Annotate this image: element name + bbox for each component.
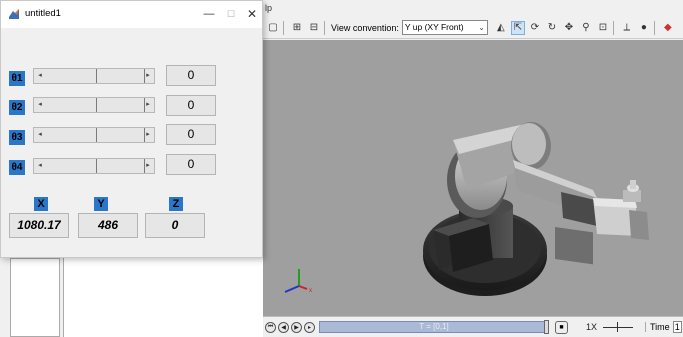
time-track[interactable]: T = [0,1] bbox=[319, 320, 549, 334]
slider-thumb[interactable] bbox=[96, 98, 145, 112]
slider-left-arrow-icon[interactable]: ◂ bbox=[35, 159, 45, 173]
zoom-icon[interactable]: ⚲ bbox=[579, 21, 593, 35]
tree-panel bbox=[10, 258, 60, 337]
slider-left-arrow-icon[interactable]: ◂ bbox=[35, 98, 45, 112]
theta3-slider[interactable]: ◂ ▸ bbox=[33, 127, 155, 143]
theta1-slider[interactable]: ◂ ▸ bbox=[33, 68, 155, 84]
globe-icon[interactable]: ● bbox=[637, 21, 651, 35]
view-convention-select[interactable]: Y up (XY Front) ⌄ bbox=[401, 20, 488, 35]
time-input[interactable]: 1 bbox=[672, 321, 682, 333]
playback-bar: ⏮ ◀ ▶ ▸ T = [0,1] ■ 1X Time 1 bbox=[263, 316, 683, 337]
zoom-box-icon[interactable]: ⊡ bbox=[596, 21, 610, 35]
theta4-label: θ4 bbox=[9, 160, 25, 175]
x-coordinate-value: 1080.17 bbox=[9, 213, 69, 238]
toolbar-separator bbox=[324, 20, 325, 35]
chevron-down-icon: ⌄ bbox=[478, 23, 485, 32]
rewind-icon[interactable]: ⏮ bbox=[265, 321, 276, 333]
gripper bbox=[593, 180, 649, 240]
axes-icon[interactable]: ⟂ bbox=[620, 21, 634, 35]
theta2-value[interactable]: 0 bbox=[166, 95, 216, 116]
theta3-value[interactable]: 0 bbox=[166, 124, 216, 145]
highlight-icon[interactable]: ◆ bbox=[661, 21, 675, 35]
snap-icon[interactable]: ⊟ bbox=[307, 21, 321, 35]
theta1-value[interactable]: 0 bbox=[166, 65, 216, 86]
zoom-fit-icon[interactable]: ◭ bbox=[494, 21, 508, 35]
robot-arm-render: x bbox=[284, 122, 649, 296]
coordinate-triad: x bbox=[284, 269, 312, 294]
slider-thumb[interactable] bbox=[96, 159, 145, 173]
y-coordinate-value: 486 bbox=[78, 213, 138, 238]
time-label: Time bbox=[645, 322, 670, 332]
slider-right-arrow-icon[interactable]: ▸ bbox=[143, 128, 153, 142]
triad-x-label: x bbox=[309, 288, 312, 294]
speed-slider[interactable] bbox=[603, 322, 634, 332]
explorer-toolbar: ▢ ⊞ ⊟ View convention: Y up (XY Front) ⌄… bbox=[263, 17, 683, 39]
loop-icon[interactable]: ■ bbox=[555, 320, 568, 334]
slider-right-arrow-icon[interactable]: ▸ bbox=[143, 98, 153, 112]
theta2-label: θ2 bbox=[9, 100, 25, 115]
z-axis-label: Z bbox=[169, 197, 183, 211]
pan-icon[interactable]: ✥ bbox=[562, 21, 576, 35]
playback-speed-label: 1X bbox=[586, 322, 598, 332]
figure-title: untitled1 bbox=[25, 8, 61, 19]
z-coordinate-value: 0 bbox=[145, 213, 205, 238]
step-forward-icon[interactable]: ▸ bbox=[304, 321, 315, 333]
view-convention-label: View convention: bbox=[331, 22, 399, 33]
toolbar-separator bbox=[653, 20, 655, 35]
theta2-slider[interactable]: ◂ ▸ bbox=[33, 97, 155, 113]
figure-window: untitled1 — ☐ ✕ θ1 ◂ ▸ 0 θ2 ◂ ▸ 0 θ3 ◂ ▸… bbox=[0, 0, 263, 258]
slider-left-arrow-icon[interactable]: ◂ bbox=[35, 69, 45, 83]
slider-right-arrow-icon[interactable]: ▸ bbox=[143, 159, 153, 173]
fit-icon[interactable]: ⊞ bbox=[290, 21, 304, 35]
3d-viewport[interactable]: x bbox=[263, 40, 683, 316]
maximize-button[interactable]: ☐ bbox=[221, 5, 241, 23]
theta1-label: θ1 bbox=[9, 71, 25, 86]
step-back-icon[interactable]: ◀ bbox=[278, 321, 289, 333]
select-icon[interactable]: ⇱ bbox=[510, 20, 525, 35]
x-axis-label: X bbox=[34, 197, 48, 211]
app-root: lp ▢ ⊞ ⊟ View convention: Y up (XY Front… bbox=[0, 0, 683, 337]
slider-thumb[interactable] bbox=[96, 128, 145, 142]
toolbar-separator bbox=[283, 20, 284, 35]
rotate-icon[interactable]: ⟳ bbox=[528, 21, 542, 35]
close-button[interactable]: ✕ bbox=[242, 5, 262, 23]
menu-strip: lp bbox=[263, 0, 683, 17]
matlab-logo-icon bbox=[8, 8, 20, 20]
frame-icon[interactable]: ▢ bbox=[266, 21, 280, 35]
slider-thumb[interactable] bbox=[96, 69, 145, 83]
play-icon[interactable]: ▶ bbox=[291, 321, 302, 333]
toolbar-separator bbox=[612, 20, 614, 35]
y-axis-label: Y bbox=[94, 197, 108, 211]
orbit-icon[interactable]: ↻ bbox=[545, 21, 559, 35]
minimize-button[interactable]: — bbox=[199, 5, 219, 23]
figure-titlebar: untitled1 — ☐ ✕ bbox=[1, 1, 262, 28]
properties-panel bbox=[63, 258, 263, 337]
theta3-label: θ3 bbox=[9, 130, 25, 145]
theta4-value[interactable]: 0 bbox=[166, 154, 216, 175]
slider-right-arrow-icon[interactable]: ▸ bbox=[143, 69, 153, 83]
slider-left-arrow-icon[interactable]: ◂ bbox=[35, 128, 45, 142]
view-convention-value: Y up (XY Front) bbox=[404, 22, 464, 32]
time-range-label: T = [0,1] bbox=[419, 322, 449, 331]
theta4-slider[interactable]: ◂ ▸ bbox=[33, 158, 155, 174]
time-thumb[interactable] bbox=[544, 320, 549, 334]
